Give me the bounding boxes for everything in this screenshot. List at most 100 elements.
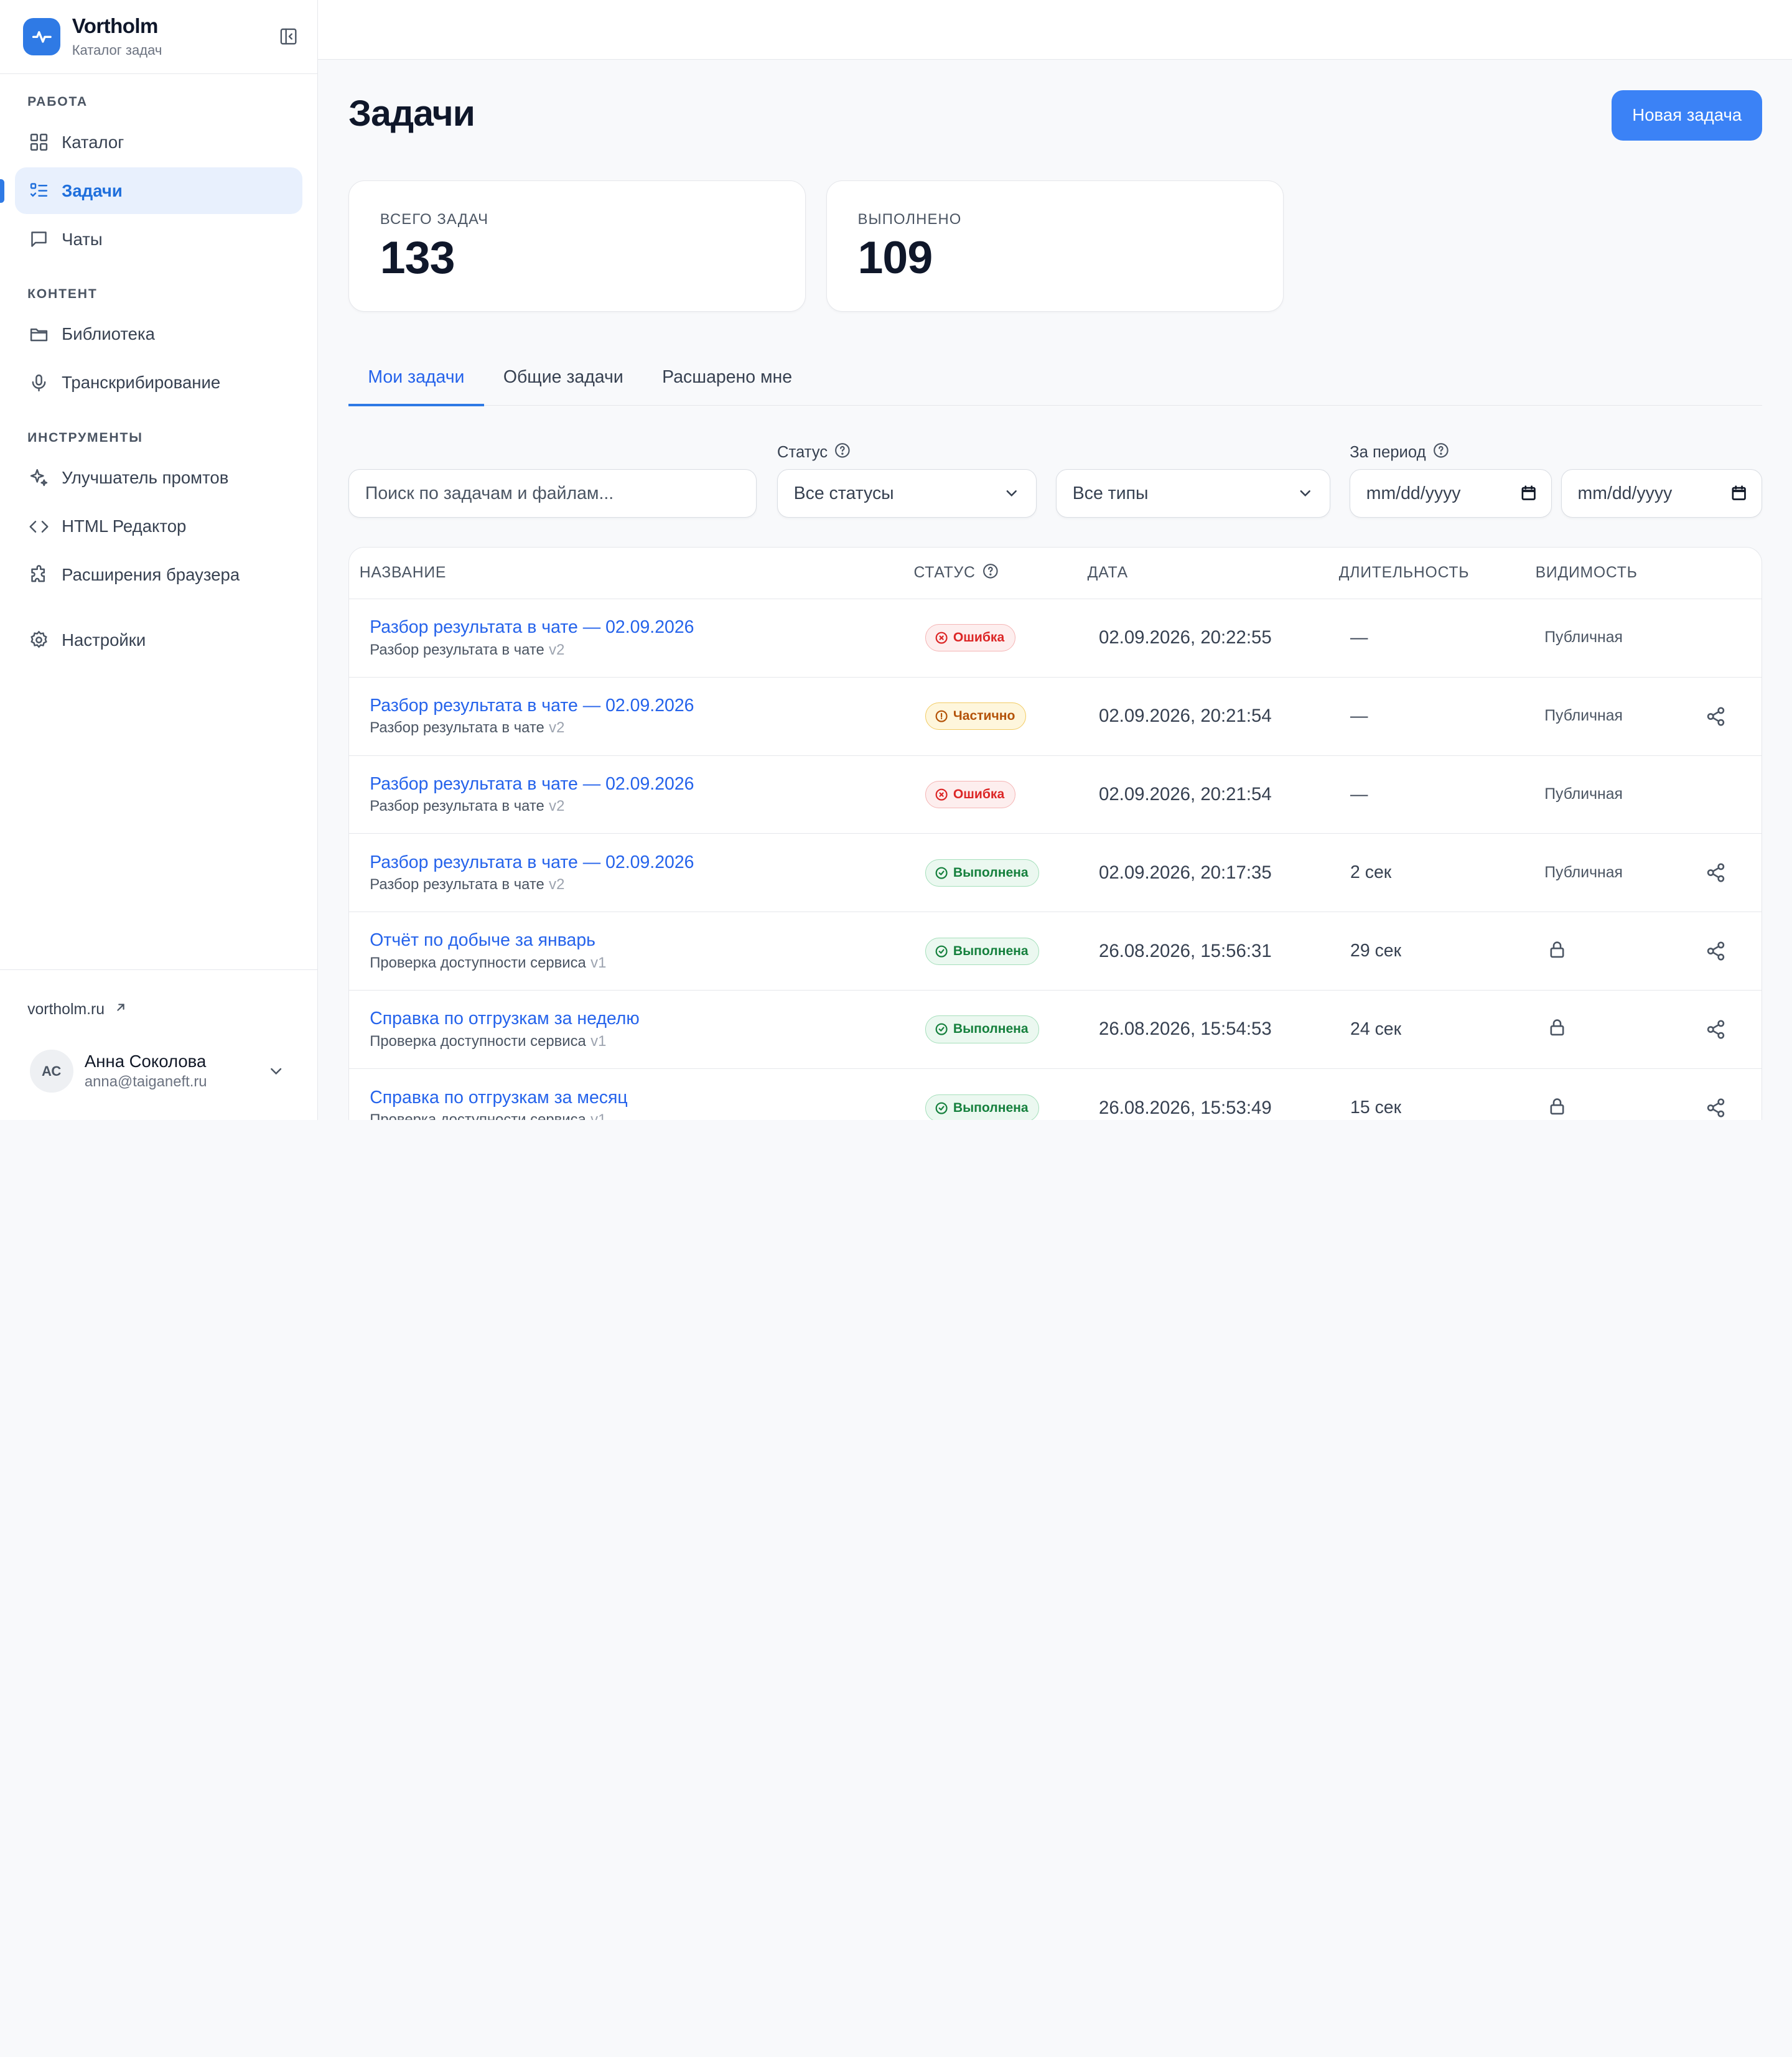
table-row[interactable]: Разбор результата в чате — 02.09.2026 Раз… [349,678,1762,756]
table-row[interactable]: Разбор результата в чате — 02.09.2026 Раз… [349,834,1762,913]
sidebar-item-prompt-enhancer[interactable]: Улучшатель промтов [15,454,302,501]
table-row[interactable]: Справка по отгрузкам за неделю Проверка д… [349,991,1762,1069]
table-row[interactable]: Справка по отгрузкам за месяц Проверка до… [349,1069,1762,1120]
gear-icon [27,628,50,651]
sidebar-item-label: HTML Редактор [62,516,187,536]
search-input[interactable]: Поиск по задачам и файлам... [348,469,757,518]
site-link-label: vortholm.ru [27,1001,105,1018]
new-task-button[interactable]: Новая задача [1612,90,1763,141]
column-header-name[interactable]: НАЗВАНИЕ [349,564,913,582]
section-title-work: РАБОТА [27,95,88,110]
date-from-input[interactable]: mm/dd/yyyy [1350,469,1552,518]
task-subtitle: Разбор результата в чате v2 [370,641,913,659]
column-header-status[interactable]: СТАТУС [914,564,976,582]
status-badge-label: Выполнена [953,943,1029,958]
sidebar-item-library[interactable]: Библиотека [15,311,302,358]
task-type: Разбор результата в чате [370,641,544,658]
list-check-icon [27,179,50,202]
tasks-table: НАЗВАНИЕ СТАТУС ДАТА ДЛИТЕЛЬНОСТЬ ВИДИМО… [348,547,1763,1120]
column-header-visibility[interactable]: ВИДИМОСТЬ [1536,564,1671,582]
sidebar-item-html-editor[interactable]: HTML Редактор [15,503,302,549]
task-duration: 15 сек [1350,1098,1402,1118]
status-cell: Ошибка [913,624,1087,652]
brand-name: Vortholm [72,15,159,39]
check-circle-icon [935,867,948,879]
date-to-input[interactable]: mm/dd/yyyy [1561,469,1763,518]
visibility-label: Публичная [1544,707,1623,725]
tab-my-tasks[interactable]: Мои задачи [348,353,485,407]
help-icon[interactable] [834,442,851,463]
task-subtitle: Разбор результата в чате v2 [370,719,913,737]
help-icon[interactable] [1433,442,1449,463]
site-link[interactable]: vortholm.ru [27,1001,289,1019]
task-type: Проверка доступности сервиса [370,954,586,971]
table-row[interactable]: Отчёт по добыче за январь Проверка доступ… [349,912,1762,991]
task-cell: Разбор результата в чате — 02.09.2026 Раз… [349,774,913,816]
task-title-link[interactable]: Разбор результата в чате — 02.09.2026 [370,617,913,638]
share-cell [1670,862,1762,883]
brand-subtitle: Каталог задач [72,42,162,58]
check-circle-icon [935,1102,948,1114]
tab-shared-tasks[interactable]: Общие задачи [484,353,643,405]
calendar-icon[interactable] [1519,484,1538,507]
task-subtitle: Проверка доступности сервиса v1 [370,954,913,972]
calendar-icon[interactable] [1730,484,1748,507]
section-title-tools: ИНСТРУМЕНТЫ [27,430,143,445]
user-menu[interactable]: АС Анна Соколова anna@taiganeft.ru [27,1049,289,1093]
puzzle-icon [27,564,50,587]
status-cell: Выполнена [913,1015,1087,1043]
chevron-down-icon[interactable] [267,1062,285,1085]
share-cell [1670,941,1762,961]
sparkles-icon [27,467,50,490]
share-icon[interactable] [1706,1098,1726,1118]
column-header-date[interactable]: ДАТА [1088,564,1339,582]
stat-card-done: ВЫПОЛНЕНО 109 [826,180,1284,312]
sidebar-item-settings[interactable]: Настройки [15,617,302,663]
date-to-value: mm/dd/yyyy [1577,483,1673,503]
task-version: v2 [549,641,565,658]
task-title-link[interactable]: Справка по отгрузкам за месяц [370,1088,913,1108]
chevron-down-icon [1297,485,1314,507]
help-icon[interactable] [982,563,999,584]
status-badge-label: Ошибка [953,630,1005,645]
task-title-link[interactable]: Разбор результата в чате — 02.09.2026 [370,696,913,716]
stat-value: 133 [380,231,455,283]
share-icon[interactable] [1706,706,1726,727]
status-select[interactable]: Все статусы [777,469,1037,518]
page-title: Задачи [348,93,475,134]
task-title-link[interactable]: Отчёт по добыче за январь [370,930,913,951]
lock-icon [1547,1017,1567,1037]
task-title-link[interactable]: Разбор результата в чате — 02.09.2026 [370,774,913,795]
table-row[interactable]: Разбор результата в чате — 02.09.2026 Раз… [349,756,1762,834]
share-icon[interactable] [1706,862,1726,883]
share-icon[interactable] [1706,1019,1726,1040]
stat-card-total: ВСЕГО ЗАДАЧ 133 [348,180,806,312]
type-select[interactable]: Все типы [1056,469,1330,518]
task-cell: Разбор результата в чате — 02.09.2026 Раз… [349,696,913,737]
task-visibility: Публичная [1536,786,1671,803]
collapse-sidebar-icon[interactable] [278,26,299,47]
sidebar-item-transcription[interactable]: Транскрибирование [15,360,302,406]
table-row[interactable]: Разбор результата в чате — 02.09.2026 Раз… [349,599,1762,678]
task-date: 02.09.2026, 20:21:54 [1098,706,1272,727]
sidebar-item-label: Настройки [62,630,146,650]
share-icon[interactable] [1706,941,1726,961]
sidebar-item-tasks[interactable]: Задачи [0,167,302,215]
sidebar-item-browser-extensions[interactable]: Расширения браузера [15,551,302,598]
status-select-value: Все статусы [793,483,894,503]
task-title-link[interactable]: Справка по отгрузкам за неделю [370,1009,913,1029]
task-title-link[interactable]: Разбор результата в чате — 02.09.2026 [370,852,913,873]
task-type: Разбор результата в чате [370,876,544,893]
column-header-duration[interactable]: ДЛИТЕЛЬНОСТЬ [1339,564,1536,582]
task-type: Разбор результата в чате [370,798,544,815]
sidebar-item-catalog[interactable]: Каталог [15,119,302,166]
chevron-down-icon [1003,485,1020,507]
share-cell [1670,706,1762,727]
task-visibility [1536,939,1671,964]
stat-label: ВСЕГО ЗАДАЧ [380,210,489,228]
task-version: v1 [590,1032,607,1050]
tab-shared-with-me[interactable]: Расшарено мне [643,353,811,405]
status-cell: Ошибка [913,780,1087,809]
sidebar-item-chats[interactable]: Чаты [15,216,302,263]
task-date: 02.09.2026, 20:17:35 [1098,862,1272,883]
